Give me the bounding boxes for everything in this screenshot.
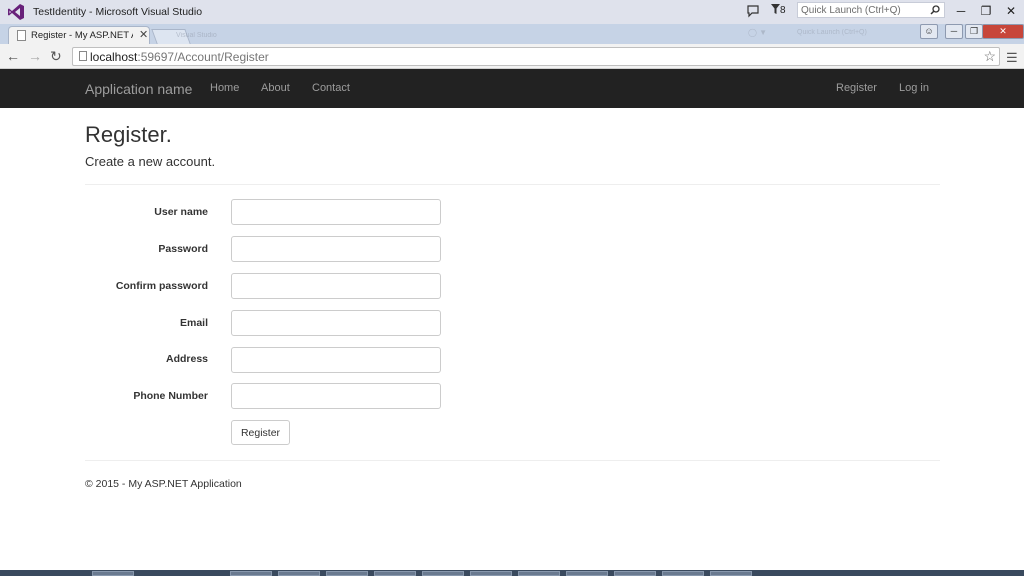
taskbar-item[interactable] (422, 571, 464, 576)
url-text: localhost:59697/Account/Register (90, 50, 269, 64)
taskbar-item[interactable] (374, 571, 416, 576)
browser-toolbar: ← → ↻ localhost:59697/Account/Register ☆… (0, 44, 1024, 69)
page-icon (17, 30, 26, 41)
taskbar-item[interactable] (662, 571, 704, 576)
browser-tab[interactable]: Register - My ASP.NET Ap ✕ (8, 26, 150, 44)
feedback-icon[interactable] (746, 4, 760, 18)
user-name-input[interactable] (231, 199, 441, 225)
notifications-indicator[interactable]: 8 (771, 4, 786, 16)
footer-text: © 2015 - My ASP.NET Application (85, 478, 242, 490)
quick-launch-input[interactable]: Quick Launch (Ctrl+Q) (797, 2, 945, 18)
register-button[interactable]: Register (231, 420, 290, 445)
taskbar-item[interactable] (278, 571, 320, 576)
taskbar-item[interactable] (326, 571, 368, 576)
reload-icon[interactable]: ↻ (50, 48, 62, 65)
label-confirm-password: Confirm password (115, 280, 208, 292)
nav-link-contact[interactable]: Contact (312, 82, 350, 94)
star-icon[interactable]: ☆ (983, 48, 996, 65)
visual-studio-logo-icon (8, 4, 24, 20)
nav-link-about[interactable]: About (261, 82, 290, 94)
password-input[interactable] (231, 236, 441, 262)
confirm-password-input[interactable] (231, 273, 441, 299)
taskbar-item[interactable] (470, 571, 512, 576)
browser-tab-strip: Register - My ASP.NET Ap ✕ Visual Studio (0, 24, 1024, 44)
label-address: Address (165, 353, 208, 365)
taskbar-item[interactable] (92, 571, 134, 576)
label-phone-number: Phone Number (133, 390, 208, 402)
divider (85, 184, 940, 185)
vs-title-bar: TestIdentity - Microsoft Visual Studio 8… (0, 0, 1024, 24)
nav-link-login[interactable]: Log in (899, 82, 929, 94)
taskbar-item[interactable] (518, 571, 560, 576)
tab-close-icon[interactable]: ✕ (139, 28, 148, 41)
nav-link-home[interactable]: Home (210, 82, 239, 94)
taskbar-item[interactable] (710, 571, 752, 576)
page-subtitle: Create a new account. (85, 154, 216, 169)
page-icon (79, 51, 87, 61)
filter-icon (771, 4, 780, 14)
search-icon (930, 5, 940, 15)
label-password: Password (158, 243, 208, 255)
site-navbar: Application name Home About Contact Regi… (0, 69, 1024, 108)
profile-icon[interactable]: ☺ (920, 24, 938, 39)
quick-launch-placeholder: Quick Launch (Ctrl+Q) (801, 5, 901, 16)
footer-divider (85, 460, 940, 461)
taskbar-item[interactable] (230, 571, 272, 576)
window-title: TestIdentity - Microsoft Visual Studio (33, 6, 203, 18)
phone-number-input[interactable] (231, 383, 441, 409)
close-icon[interactable]: ✕ (1000, 2, 1022, 20)
ghost-tab-text: Visual Studio (176, 32, 217, 39)
browser-minimize-icon[interactable]: ─ (945, 24, 963, 39)
back-arrow-icon[interactable]: ← (6, 48, 20, 64)
email-input[interactable] (231, 310, 441, 336)
taskbar-item[interactable] (566, 571, 608, 576)
brand-link[interactable]: Application name (85, 81, 192, 97)
windows-taskbar (0, 570, 1024, 576)
label-user-name: User name (154, 206, 208, 218)
notification-count: 8 (780, 5, 786, 16)
address-input[interactable] (231, 347, 441, 373)
address-bar[interactable]: localhost:59697/Account/Register ☆ (72, 47, 1000, 66)
forward-arrow-icon[interactable]: → (28, 48, 42, 64)
nav-link-register[interactable]: Register (836, 82, 877, 94)
browser-restore-icon[interactable]: ❐ (965, 24, 983, 39)
taskbar-item[interactable] (614, 571, 656, 576)
restore-icon[interactable]: ❐ (975, 2, 997, 20)
menu-icon[interactable]: ☰ (1006, 50, 1018, 66)
url-host: localhost (90, 50, 138, 64)
url-path: :59697/Account/Register (137, 50, 269, 64)
ghost-icons: ◯ ▼ (748, 28, 768, 37)
browser-close-icon[interactable]: ✕ (982, 24, 1024, 39)
label-email: Email (179, 317, 208, 329)
tab-title: Register - My ASP.NET Ap (31, 30, 133, 41)
ghost-quick-launch-text: Quick Launch (Ctrl+Q) (797, 29, 867, 36)
minimize-icon[interactable]: ─ (950, 2, 972, 20)
page-title: Register. (85, 122, 172, 147)
